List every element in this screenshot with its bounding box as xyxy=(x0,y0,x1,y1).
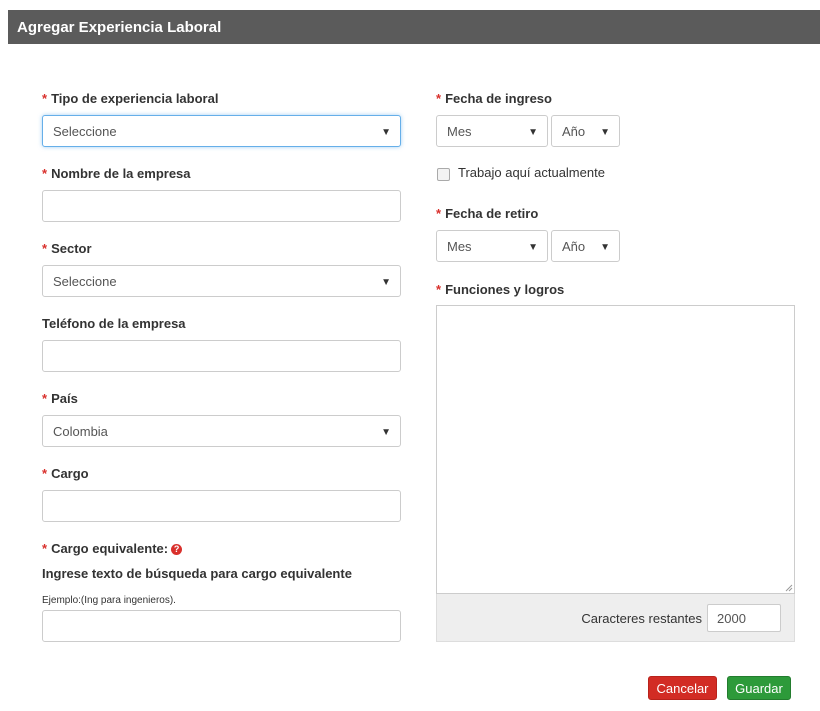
help-circle-icon[interactable]: ? xyxy=(171,544,183,555)
fecha-ingreso-mes-select[interactable]: Mes ▼ xyxy=(436,115,548,147)
pais-select[interactable]: Colombia ▼ xyxy=(42,415,401,447)
fecha-retiro-label: * Fecha de retiro xyxy=(436,206,539,221)
caret-down-icon: ▼ xyxy=(381,277,391,288)
fecha-retiro-mes-select[interactable]: Mes ▼ xyxy=(436,230,548,262)
fecha-ingreso-mes-value: Mes xyxy=(447,123,472,139)
save-button[interactable]: Guardar xyxy=(727,676,791,700)
modal-header: Agregar Experiencia Laboral xyxy=(8,10,820,44)
telefono-input[interactable] xyxy=(42,340,401,372)
cargo-equivalente-instruction: Ingrese texto de búsqueda para cargo equ… xyxy=(42,566,352,581)
required-mark: * xyxy=(436,91,442,106)
funciones-textarea[interactable] xyxy=(436,305,795,594)
fecha-retiro-anio-value: Año xyxy=(562,238,586,254)
fecha-ingreso-label: * Fecha de ingreso xyxy=(436,91,552,106)
fecha-ingreso-anio-select[interactable]: Año ▼ xyxy=(551,115,620,147)
telefono-label: Teléfono de la empresa xyxy=(42,316,186,331)
caracteres-restantes-label: Caracteres restantes xyxy=(581,611,702,626)
sector-value: Seleccione xyxy=(53,273,117,289)
pais-value: Colombia xyxy=(53,423,108,439)
cargo-input[interactable] xyxy=(42,490,401,522)
trabajo-actual-label: Trabajo aquí actualmente xyxy=(458,165,605,180)
cargo-equivalente-example: Ejemplo:(Ing para ingenieros). xyxy=(42,595,176,606)
caret-down-icon: ▼ xyxy=(381,427,391,438)
resize-grip-icon[interactable] xyxy=(785,584,793,592)
modal-title: Agregar Experiencia Laboral xyxy=(17,18,222,36)
caret-down-icon: ▼ xyxy=(528,127,538,138)
required-mark: * xyxy=(42,391,48,406)
sector-label: * Sector xyxy=(42,241,92,256)
tipo-experiencia-select[interactable]: Seleccione ▼ xyxy=(42,115,401,147)
caret-down-icon: ▼ xyxy=(600,242,610,253)
cancel-button[interactable]: Cancelar xyxy=(648,676,717,700)
required-mark: * xyxy=(42,91,48,106)
tipo-experiencia-value: Seleccione xyxy=(53,123,117,139)
required-mark: * xyxy=(42,541,48,556)
fecha-retiro-mes-value: Mes xyxy=(447,238,472,254)
trabajo-actual-checkbox[interactable] xyxy=(437,168,450,181)
counter-bar: Caracteres restantes 2000 xyxy=(436,594,795,642)
nombre-empresa-label: * Nombre de la empresa xyxy=(42,166,191,181)
cargo-equivalente-label: * Cargo equivalente:? xyxy=(42,541,183,556)
cargo-equivalente-input[interactable] xyxy=(42,610,401,642)
funciones-label: * Funciones y logros xyxy=(436,282,565,297)
caracteres-restantes-value: 2000 xyxy=(707,604,781,632)
caret-down-icon: ▼ xyxy=(600,127,610,138)
caret-down-icon: ▼ xyxy=(528,242,538,253)
cargo-label: * Cargo xyxy=(42,466,89,481)
fecha-ingreso-anio-value: Año xyxy=(562,123,586,139)
pais-label: * País xyxy=(42,391,78,406)
required-mark: * xyxy=(42,466,48,481)
required-mark: * xyxy=(436,282,442,297)
required-mark: * xyxy=(42,166,48,181)
sector-select[interactable]: Seleccione ▼ xyxy=(42,265,401,297)
fecha-retiro-anio-select[interactable]: Año ▼ xyxy=(551,230,620,262)
required-mark: * xyxy=(42,241,48,256)
caret-down-icon: ▼ xyxy=(381,127,391,138)
required-mark: * xyxy=(436,206,442,221)
nombre-empresa-input[interactable] xyxy=(42,190,401,222)
tipo-experiencia-label: * Tipo de experiencia laboral xyxy=(42,91,219,106)
